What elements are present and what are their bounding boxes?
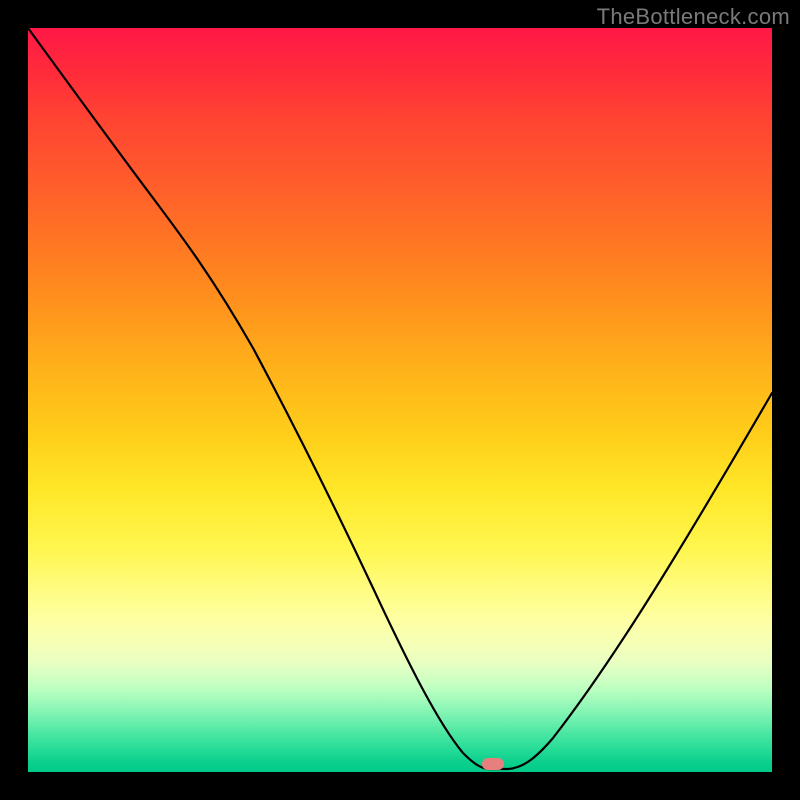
chart-frame: TheBottleneck.com bbox=[0, 0, 800, 800]
bottleneck-curve bbox=[28, 28, 772, 772]
curve-path bbox=[28, 28, 772, 769]
optimal-marker bbox=[482, 758, 504, 770]
watermark-text: TheBottleneck.com bbox=[597, 4, 790, 30]
plot-area bbox=[28, 28, 772, 772]
